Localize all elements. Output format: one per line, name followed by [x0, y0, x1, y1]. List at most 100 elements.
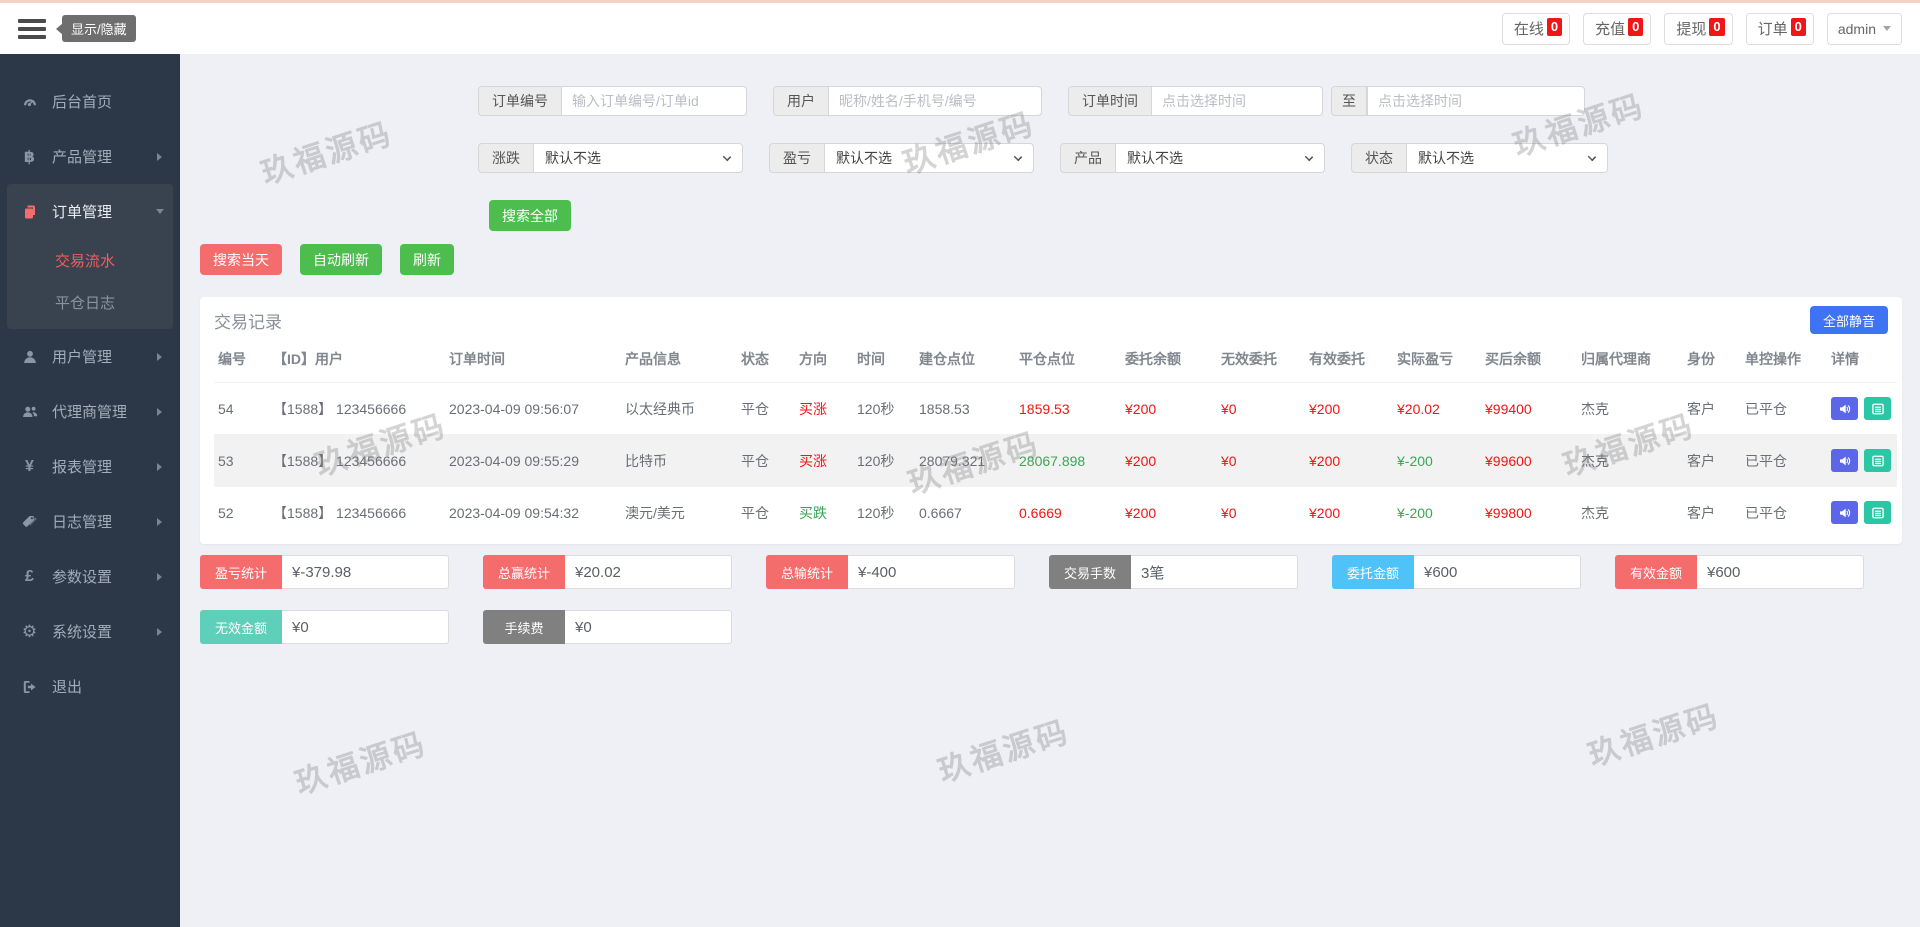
speaker-button[interactable]	[1831, 397, 1858, 420]
topbar-badge-充值[interactable]: 充值 0	[1583, 12, 1652, 45]
column-header: 无效委托	[1221, 351, 1277, 367]
user-label: 用户	[773, 86, 828, 116]
order-no-input[interactable]	[561, 86, 747, 116]
sidebar-item-logs[interactable]: 日志管理	[0, 494, 180, 549]
profit-loss-select[interactable]: 默认不选	[824, 143, 1034, 173]
toggle-tooltip: 显示/隐藏	[56, 15, 136, 42]
chevron-right-icon	[157, 152, 166, 161]
summary-value: ¥0	[282, 610, 449, 644]
sidebar-sublink-1[interactable]: 平仓日志	[7, 281, 173, 323]
logout-icon	[20, 679, 39, 695]
speaker-button[interactable]	[1831, 501, 1858, 524]
column-header: 订单时间	[449, 351, 505, 367]
sidebar-item-logout[interactable]: 退出	[0, 659, 180, 714]
mute-all-button[interactable]: 全部静音	[1809, 306, 1888, 334]
table-cell: 杰克	[1577, 382, 1683, 435]
filter-profit-loss: 盈亏 默认不选	[769, 143, 1034, 173]
table-cell: 【1588】 123456666	[269, 434, 445, 487]
topbar-badge-提现[interactable]: 提现 0	[1664, 12, 1733, 45]
sidebar-sublink-0[interactable]: 交易流水	[7, 239, 173, 281]
table-cell: ¥200	[1121, 486, 1217, 538]
product-select[interactable]: 默认不选	[1115, 143, 1325, 173]
rise-fall-select[interactable]: 默认不选	[533, 143, 743, 173]
sidebar-item-label: 退出	[52, 679, 83, 696]
table-row: 52 【1588】 123456666 2023-04-09 09:54:32 澳元/…	[214, 486, 1897, 538]
refresh-button[interactable]: 刷新	[400, 244, 454, 275]
search-all-button[interactable]: 搜索全部	[489, 200, 571, 231]
sidebar-item-agents[interactable]: 代理商管理	[0, 384, 180, 439]
table-cell: 已平仓	[1741, 382, 1827, 435]
table-cell: ¥20.02	[1393, 382, 1481, 435]
table-cell: 已平仓	[1741, 434, 1827, 487]
sidebar-group-system: ⚙ 系统设置	[0, 604, 180, 659]
filter-form: 订单编号 用户 订单时间 至 涨跌 默认不选	[478, 86, 1902, 173]
chevron-down-icon	[1013, 152, 1023, 162]
user-icon	[20, 349, 39, 365]
sidebar-item-reports[interactable]: ¥ 报表管理	[0, 439, 180, 494]
table-cell: 54	[214, 382, 269, 435]
detail-list-button[interactable]	[1864, 449, 1891, 472]
summary-box-手续费: 手续费 ¥0	[483, 610, 732, 644]
rise-fall-label: 涨跌	[478, 143, 533, 173]
search-today-button[interactable]: 搜索当天	[200, 244, 282, 275]
summary-value: ¥-379.98	[282, 555, 449, 589]
sidebar-toggle-icon[interactable]	[18, 18, 46, 39]
column-header: 委托余额	[1125, 351, 1181, 367]
detail-list-button[interactable]	[1864, 397, 1891, 420]
summary-label: 总赢统计	[483, 555, 565, 589]
table-cell: 平仓	[737, 434, 795, 487]
time-end-input[interactable]	[1367, 86, 1585, 116]
filter-row-2: 涨跌 默认不选 盈亏 默认不选 产品 默认不选 状态 默认不选	[478, 143, 1902, 173]
status-select[interactable]: 默认不选	[1406, 143, 1608, 173]
table-cell: 28067.898	[1015, 434, 1121, 487]
summary-box-委托金额: 委托金额 ¥600	[1332, 555, 1581, 589]
column-header: 有效委托	[1309, 351, 1365, 367]
sidebar-item-label: 后台首页	[52, 94, 113, 111]
filter-order-time: 订单时间 至	[1068, 86, 1585, 116]
table-cell: 平仓	[737, 382, 795, 435]
column-header: 【ID】用户	[273, 351, 343, 367]
badge-label: 充值	[1595, 20, 1626, 38]
sidebar-item-products[interactable]: ฿ 产品管理	[0, 129, 180, 184]
table-cell: 120秒	[853, 434, 915, 487]
sidebar-group-users: 用户管理	[0, 329, 180, 384]
topbar-badge-在线[interactable]: 在线 0	[1501, 12, 1571, 45]
table-cell: ¥200	[1121, 434, 1217, 487]
sidebar-item-label: 参数设置	[52, 569, 113, 586]
caret-down-icon	[1883, 26, 1891, 35]
time-start-input[interactable]	[1151, 86, 1323, 116]
filter-row-1: 订单编号 用户 订单时间 至	[478, 86, 1902, 116]
chevron-down-icon	[156, 209, 164, 218]
chevron-down-icon	[722, 152, 732, 162]
table-cell-actions	[1827, 382, 1897, 435]
chevron-right-icon	[157, 517, 166, 526]
sidebar-item-params[interactable]: £ 参数设置	[0, 549, 180, 604]
column-header: 平仓点位	[1019, 351, 1075, 367]
table-cell: 客户	[1683, 434, 1741, 487]
table-cell: 杰克	[1577, 486, 1683, 538]
user-menu[interactable]: admin	[1826, 12, 1902, 45]
detail-list-button[interactable]	[1864, 501, 1891, 524]
table-cell: ¥200	[1121, 382, 1217, 435]
table-cell: 52	[214, 486, 269, 538]
sidebar-item-users[interactable]: 用户管理	[0, 329, 180, 384]
sidebar-item-system[interactable]: ⚙ 系统设置	[0, 604, 180, 659]
sidebar-group-orders: 订单管理 交易流水 平仓日志	[7, 184, 173, 329]
auto-refresh-button[interactable]: 自动刷新	[300, 244, 382, 275]
table-cell: 0.6667	[915, 486, 1015, 538]
panel-title: 交易记录	[214, 312, 282, 332]
sidebar-item-orders[interactable]: 订单管理	[7, 184, 173, 239]
topbar-badge-订单[interactable]: 订单 0	[1745, 12, 1814, 45]
user-input[interactable]	[828, 86, 1042, 116]
table-cell: 120秒	[853, 382, 915, 435]
summary-label: 无效金额	[200, 610, 282, 644]
chevron-down-icon	[1587, 152, 1597, 162]
main-content: 订单编号 用户 订单时间 至 涨跌 默认不选	[180, 54, 1920, 927]
table-cell: 买涨	[795, 382, 853, 435]
sidebar-group-reports: ¥ 报表管理	[0, 439, 180, 494]
column-header: 身份	[1687, 351, 1715, 367]
column-header: 时间	[857, 351, 885, 367]
table-cell: ¥-200	[1393, 434, 1481, 487]
speaker-button[interactable]	[1831, 449, 1858, 472]
sidebar-item-dashboard[interactable]: 后台首页	[0, 74, 180, 129]
